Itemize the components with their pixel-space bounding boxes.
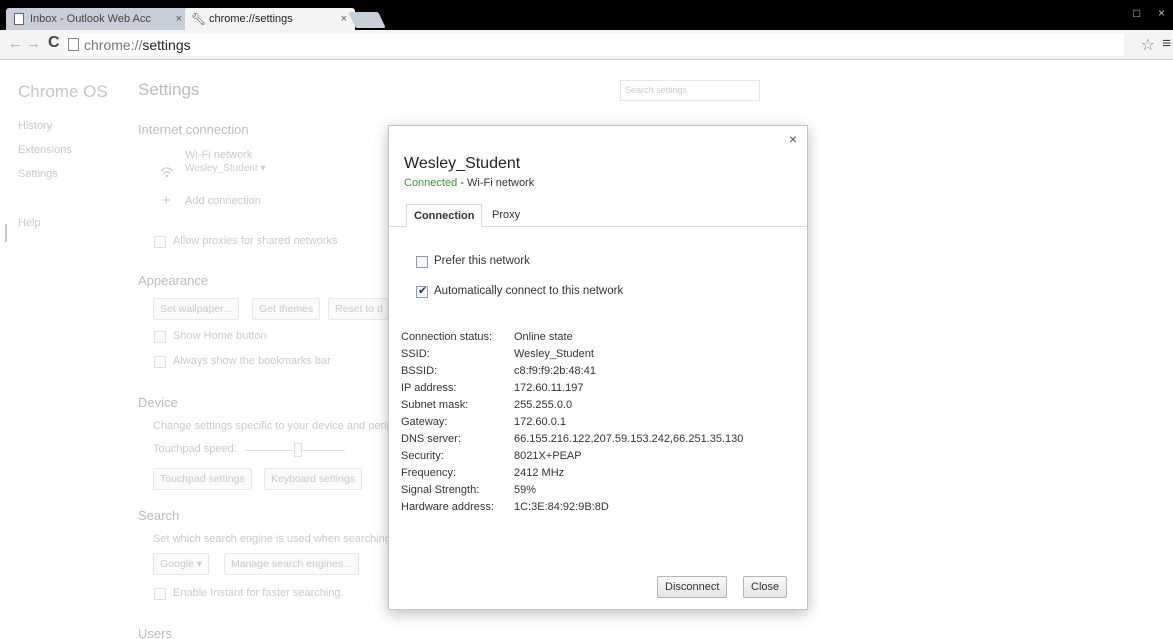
tab-connection[interactable]: Connection bbox=[406, 204, 482, 227]
detail-value: c8:f9:f9:2b:48:41 bbox=[514, 365, 596, 377]
omnibox[interactable]: chrome://settings bbox=[64, 34, 1124, 56]
sidebar-item-settings[interactable]: Settings bbox=[18, 168, 58, 180]
detail-key: Connection status: bbox=[401, 331, 493, 343]
wifi-network-name[interactable]: Wesley_Student ▾ bbox=[185, 163, 265, 174]
search-engine-select[interactable]: Google ▾ bbox=[153, 553, 210, 575]
url-scheme: chrome:// bbox=[84, 37, 143, 53]
detail-key: Hardware address: bbox=[401, 501, 494, 513]
status-connected: Connected bbox=[404, 177, 458, 189]
sidebar-selected-indicator bbox=[5, 224, 7, 242]
instant-checkbox[interactable] bbox=[154, 588, 166, 600]
touchpad-settings-button[interactable]: Touchpad settings bbox=[153, 468, 252, 490]
page-icon bbox=[14, 13, 24, 25]
detail-value: 172.60.0.1 bbox=[514, 416, 566, 428]
detail-key: Gateway: bbox=[401, 416, 448, 428]
detail-key: SSID: bbox=[401, 348, 430, 360]
detail-value: Wesley_Student bbox=[514, 348, 594, 360]
wrench-icon: 🔧︎ bbox=[191, 12, 207, 26]
chevron-down-icon: ▾ bbox=[260, 163, 266, 174]
forward-arrow-icon[interactable]: → bbox=[26, 35, 41, 52]
sidebar-item-history[interactable]: History bbox=[18, 120, 52, 132]
search-description: Set which search engine is used when sea… bbox=[153, 533, 388, 545]
get-themes-button[interactable]: Get themes bbox=[252, 298, 321, 320]
detail-key: BSSID: bbox=[401, 365, 438, 377]
set-wallpaper-button[interactable]: Set wallpaper... bbox=[153, 298, 239, 320]
search-settings-input[interactable]: Search settings bbox=[620, 80, 760, 101]
wifi-icon bbox=[160, 167, 174, 178]
tab-title: chrome://settings bbox=[209, 13, 293, 25]
page-title: Settings bbox=[138, 80, 200, 99]
detail-value: 8021X+PEAP bbox=[514, 450, 582, 462]
tab-outlook[interactable]: Inbox - Outlook Web Acc × bbox=[6, 8, 190, 30]
new-tab-button[interactable] bbox=[348, 12, 386, 28]
detail-key: Subnet mask: bbox=[401, 399, 469, 411]
detail-key: Signal Strength: bbox=[401, 484, 480, 496]
close-tab-icon[interactable]: × bbox=[341, 8, 347, 30]
section-users-title: Users bbox=[138, 626, 172, 639]
device-description: Change settings specific to your device … bbox=[153, 420, 388, 432]
section-search-title: Search bbox=[138, 508, 180, 523]
wifi-network-label: Wi-Fi network bbox=[185, 149, 253, 161]
detail-value: Online state bbox=[514, 331, 573, 343]
reset-theme-button[interactable]: Reset to d bbox=[328, 298, 388, 320]
add-connection-link[interactable]: Add connection bbox=[185, 195, 261, 207]
touchpad-speed-label: Touchpad speed: bbox=[153, 443, 237, 455]
disconnect-button[interactable]: Disconnect bbox=[657, 576, 728, 598]
detail-value: 1C:3E:84:92:9B:8D bbox=[514, 501, 609, 513]
search-engine-value: Google bbox=[160, 558, 194, 570]
sidebar-item-help[interactable]: Help bbox=[18, 217, 41, 229]
instant-label: Enable Instant for faster searching. bbox=[173, 587, 344, 599]
show-bookmarks-label: Always show the bookmarks bar bbox=[173, 355, 331, 367]
prefer-network-label: Prefer this network bbox=[434, 255, 530, 267]
keyboard-settings-button[interactable]: Keyboard settings bbox=[264, 468, 363, 490]
prefer-network-checkbox[interactable] bbox=[416, 256, 428, 268]
chevron-down-icon: ▾ bbox=[196, 558, 203, 570]
network-details-dialog: × Wesley_Student Connected - Wi-Fi netwo… bbox=[388, 125, 808, 610]
allow-proxies-checkbox[interactable] bbox=[154, 236, 166, 248]
add-icon: + bbox=[162, 192, 171, 209]
brand-title: Chrome OS bbox=[18, 82, 108, 101]
detail-value: 2412 MHz bbox=[514, 467, 565, 479]
allow-proxies-label: Allow proxies for shared networks bbox=[173, 235, 338, 247]
url-host: settings bbox=[142, 37, 191, 53]
show-bookmarks-checkbox[interactable] bbox=[154, 356, 166, 368]
detail-key: Security: bbox=[401, 450, 444, 462]
connection-status: Connected - Wi-Fi network bbox=[404, 177, 534, 189]
bookmark-star-icon[interactable]: ☆ bbox=[1141, 35, 1155, 55]
auto-connect-label: Automatically connect to this network bbox=[434, 285, 624, 297]
back-arrow-icon[interactable]: ← bbox=[8, 35, 23, 52]
manage-search-engines-button[interactable]: Manage search engines... bbox=[224, 553, 359, 575]
show-home-checkbox[interactable] bbox=[154, 331, 166, 343]
detail-value: 172.60.11.197 bbox=[514, 382, 584, 394]
section-internet-title: Internet connection bbox=[138, 122, 249, 137]
tab-title: Inbox - Outlook Web Acc bbox=[30, 13, 151, 25]
touchpad-speed-slider[interactable] bbox=[294, 443, 302, 457]
tab-strip: Inbox - Outlook Web Acc × 🔧︎ chrome://se… bbox=[0, 0, 1173, 30]
reload-icon[interactable]: C bbox=[48, 34, 60, 52]
close-icon[interactable]: × bbox=[789, 131, 797, 147]
detail-key: DNS server: bbox=[401, 433, 461, 445]
detail-value: 66.155.216.122,207.59.153.242,66.251.35.… bbox=[514, 433, 744, 445]
network-name: Wesley_Student bbox=[404, 155, 521, 172]
section-appearance-title: Appearance bbox=[138, 273, 209, 288]
status-type: - Wi-Fi network bbox=[457, 177, 535, 189]
wifi-network-name-text: Wesley_Student bbox=[185, 163, 258, 174]
close-window-icon[interactable]: × bbox=[1158, 6, 1165, 20]
page-icon bbox=[68, 38, 79, 51]
tab-settings[interactable]: 🔧︎ chrome://settings × bbox=[185, 8, 355, 30]
section-device-title: Device bbox=[138, 395, 178, 410]
sidebar-item-extensions[interactable]: Extensions bbox=[18, 144, 72, 156]
tab-proxy[interactable]: Proxy bbox=[485, 204, 527, 227]
close-button[interactable]: Close bbox=[743, 576, 788, 598]
detail-key: Frequency: bbox=[401, 467, 457, 479]
close-tab-icon[interactable]: × bbox=[176, 8, 182, 30]
show-home-label: Show Home button bbox=[173, 330, 267, 342]
auto-connect-checkbox[interactable] bbox=[416, 284, 428, 298]
browser-toolbar: ← → C chrome://settings ☆ ≡ bbox=[0, 30, 1173, 60]
detail-value: 59% bbox=[514, 484, 537, 496]
detail-value: 255.255.0.0 bbox=[514, 399, 573, 411]
menu-icon[interactable]: ≡ bbox=[1162, 35, 1171, 52]
maximize-icon[interactable]: □ bbox=[1133, 6, 1140, 20]
detail-key: IP address: bbox=[401, 382, 457, 394]
